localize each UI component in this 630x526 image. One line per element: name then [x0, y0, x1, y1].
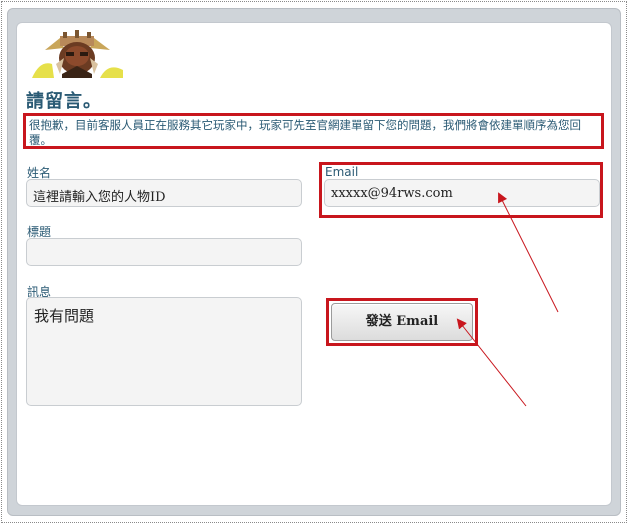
- game-character-logo-icon: [32, 30, 123, 78]
- send-email-button[interactable]: 發送 Email: [331, 303, 473, 341]
- name-input[interactable]: 這裡請輸入您的人物ID: [26, 179, 302, 207]
- page-title: 請留言。: [26, 91, 102, 112]
- busy-notice-text: 很抱歉，目前客服人員正在服務其它玩家中，玩家可先至官網建單留下您的問題，我們將會…: [29, 118, 581, 147]
- subject-input[interactable]: [26, 238, 302, 266]
- message-textarea[interactable]: 我有問題: [26, 297, 302, 406]
- email-highlight-box: [319, 162, 603, 218]
- busy-notice: 很抱歉，目前客服人員正在服務其它玩家中，玩家可先至官網建單留下您的問題，我們將會…: [23, 113, 604, 149]
